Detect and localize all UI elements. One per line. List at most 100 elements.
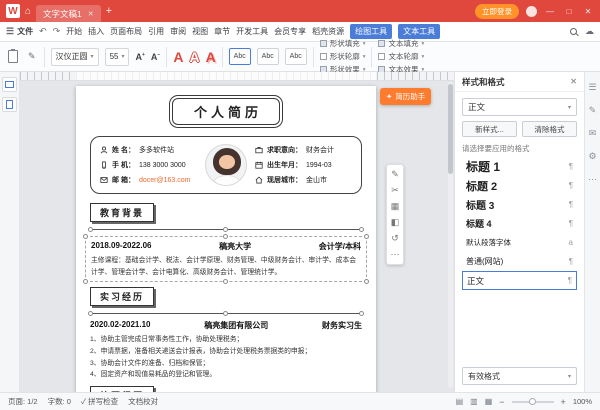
shape-style-preset-2[interactable]: Abc bbox=[256, 48, 279, 65]
layout-icon[interactable]: ▦ bbox=[391, 201, 400, 212]
selection-handle[interactable] bbox=[223, 278, 228, 284]
vertical-scrollbar[interactable] bbox=[448, 82, 453, 388]
more-icon[interactable]: ⋯ bbox=[391, 249, 400, 260]
document-tab[interactable]: 文字文稿1 ✕ bbox=[36, 5, 101, 22]
menu-tab-view[interactable]: 视图 bbox=[192, 26, 208, 37]
panel-settings-icon[interactable]: ⚙ bbox=[588, 151, 596, 162]
shape-outline-button[interactable]: 形状轮廓 ▾ bbox=[319, 51, 365, 62]
style-item-default-font[interactable]: 默认段落字体 a bbox=[462, 233, 577, 252]
document-page[interactable]: 个人简历 姓 名： 多多软件站 手 机： 138 3000 3000 邮 箱： … bbox=[76, 86, 376, 392]
selection-handle[interactable] bbox=[364, 278, 369, 284]
menu-tab-start[interactable]: 开始 bbox=[66, 26, 82, 37]
word-count[interactable]: 字数: 0 bbox=[48, 396, 71, 407]
tab-close-icon[interactable]: ✕ bbox=[88, 10, 94, 18]
panel-edit-icon[interactable]: ✎ bbox=[589, 105, 597, 116]
zoom-slider-thumb[interactable] bbox=[528, 397, 536, 405]
menu-tab-insert[interactable]: 插入 bbox=[88, 26, 104, 37]
selection-outline[interactable]: 2018.09-2022.06 稿亮大学 会计学/本科 主修课程：基础会计学、税… bbox=[83, 234, 369, 284]
selection-handle[interactable] bbox=[359, 310, 364, 316]
style-item-heading1[interactable]: 标题 1 ¶ bbox=[462, 157, 577, 176]
section-heading-education[interactable]: 教育背景 bbox=[90, 203, 155, 222]
current-style-select[interactable]: 正文 ▾ bbox=[462, 98, 577, 116]
close-button[interactable]: ✕ bbox=[582, 7, 594, 16]
view-mode-2-icon[interactable]: ▥ bbox=[470, 397, 478, 406]
panel-close-icon[interactable]: ✕ bbox=[570, 77, 577, 86]
menu-tab-page-layout[interactable]: 页面布局 bbox=[110, 26, 142, 37]
style-item-heading2[interactable]: 标题 2 ¶ bbox=[462, 176, 577, 195]
resume-title[interactable]: 个人简历 bbox=[169, 95, 283, 128]
text-outline-button[interactable]: 文本轮廓 ▾ bbox=[378, 51, 424, 62]
font-size-select[interactable]: 55 ▾ bbox=[104, 47, 130, 66]
text-effect-shadow-button[interactable]: A bbox=[206, 50, 216, 64]
resume-assistant-button[interactable]: ✦ 简历助手 bbox=[380, 88, 432, 105]
view-mode-3-icon[interactable]: ▦ bbox=[485, 397, 493, 406]
selection-handle[interactable] bbox=[223, 234, 228, 239]
text-fill-button[interactable]: 文本填充 ▾ bbox=[378, 38, 424, 49]
show-format-select[interactable]: 有效格式 ▾ bbox=[462, 367, 577, 385]
home-icon[interactable]: ⌂ bbox=[25, 6, 31, 17]
user-avatar[interactable] bbox=[526, 5, 537, 17]
style-item-body-text[interactable]: 正文 ¶ bbox=[462, 271, 577, 290]
clear-format-button[interactable]: 清除格式 bbox=[522, 121, 577, 137]
menu-tab-references[interactable]: 引用 bbox=[148, 26, 164, 37]
redo-icon[interactable]: ↷ bbox=[53, 26, 61, 37]
file-menu[interactable]: ☰ 文件 bbox=[6, 26, 33, 37]
resume-info-box[interactable]: 姓 名： 多多软件站 手 机： 138 3000 3000 邮 箱： docer… bbox=[90, 136, 362, 194]
selection-handle[interactable] bbox=[364, 234, 369, 239]
undo-icon[interactable]: ↶ bbox=[39, 26, 47, 37]
horizontal-ruler[interactable] bbox=[20, 72, 454, 81]
info-email-value[interactable]: docer@163.com bbox=[139, 177, 190, 184]
selection-handle[interactable] bbox=[223, 310, 228, 316]
edit-icon[interactable]: ✎ bbox=[391, 169, 399, 180]
insert-textbox-button[interactable] bbox=[2, 77, 17, 92]
scrollbar-thumb[interactable] bbox=[448, 84, 453, 174]
cut-icon[interactable]: ✂ bbox=[391, 185, 399, 196]
proofread-button[interactable]: 文档校对 bbox=[128, 396, 158, 407]
zoom-in-button[interactable]: + bbox=[561, 397, 566, 407]
spell-check-button[interactable]: ✓ 拼写检查 bbox=[81, 396, 118, 407]
section-heading-campus[interactable]: 校园经历 bbox=[90, 386, 155, 392]
cloud-sync-icon[interactable]: ☁ bbox=[585, 26, 594, 37]
menu-tab-section[interactable]: 章节 bbox=[214, 26, 230, 37]
style-item-heading3[interactable]: 标题 3 ¶ bbox=[462, 195, 577, 214]
new-style-button[interactable]: 新样式... bbox=[462, 121, 517, 137]
selection-handle[interactable] bbox=[83, 278, 88, 284]
rotate-icon[interactable]: ↺ bbox=[391, 233, 399, 244]
increase-font-button[interactable]: A+ bbox=[135, 52, 144, 62]
selection-handle[interactable] bbox=[223, 227, 228, 232]
login-button[interactable]: 立即登录 bbox=[475, 3, 519, 19]
view-mode-1-icon[interactable]: ▤ bbox=[456, 397, 464, 406]
maximize-button[interactable]: □ bbox=[563, 7, 575, 16]
format-painter-icon[interactable]: ✎ bbox=[26, 49, 38, 64]
menu-tab-docer[interactable]: 稻壳资源 bbox=[312, 26, 344, 37]
decrease-font-button[interactable]: A− bbox=[151, 52, 160, 62]
shape-style-preset-3[interactable]: Abc bbox=[284, 48, 307, 65]
profile-photo[interactable] bbox=[205, 144, 247, 186]
text-effect-solid-button[interactable]: A bbox=[173, 50, 183, 64]
zoom-level[interactable]: 100% bbox=[573, 397, 592, 406]
panel-nav-icon[interactable]: ☰ bbox=[588, 82, 596, 93]
paste-button[interactable] bbox=[6, 48, 20, 65]
context-tab-text-tools[interactable]: 文本工具 bbox=[398, 24, 441, 39]
menu-tab-review[interactable]: 审阅 bbox=[170, 26, 186, 37]
menu-tab-devtools[interactable]: 开发工具 bbox=[236, 26, 268, 37]
zoom-slider[interactable] bbox=[511, 397, 554, 405]
selection-handle[interactable] bbox=[88, 310, 93, 316]
shape-style-preset-1[interactable]: Abc bbox=[228, 48, 251, 65]
section-heading-internship[interactable]: 实习经历 bbox=[90, 286, 155, 306]
selection-handle[interactable] bbox=[83, 234, 88, 239]
panel-mail-icon[interactable]: ✉ bbox=[589, 128, 597, 139]
document-canvas[interactable]: 个人简历 姓 名： 多多软件站 手 机： 138 3000 3000 邮 箱： … bbox=[20, 72, 454, 392]
selection-handle[interactable] bbox=[88, 227, 93, 232]
style-item-normal-web[interactable]: 普通(网站) ¶ bbox=[462, 252, 577, 271]
panel-more-icon[interactable]: ⋯ bbox=[588, 174, 597, 185]
font-name-select[interactable]: 汉仪正圆 ▾ bbox=[50, 47, 99, 66]
text-effect-outline-button[interactable]: A bbox=[189, 50, 199, 64]
context-tab-drawing-tools[interactable]: 绘图工具 bbox=[350, 24, 393, 39]
zoom-out-button[interactable]: − bbox=[499, 397, 504, 407]
insert-vertical-textbox-button[interactable] bbox=[2, 97, 17, 112]
fill-icon[interactable]: ◧ bbox=[391, 217, 400, 228]
style-item-heading4[interactable]: 标题 4 ¶ bbox=[462, 214, 577, 233]
new-tab-button[interactable]: + bbox=[106, 5, 112, 17]
page-indicator[interactable]: 页面: 1/2 bbox=[8, 396, 38, 407]
